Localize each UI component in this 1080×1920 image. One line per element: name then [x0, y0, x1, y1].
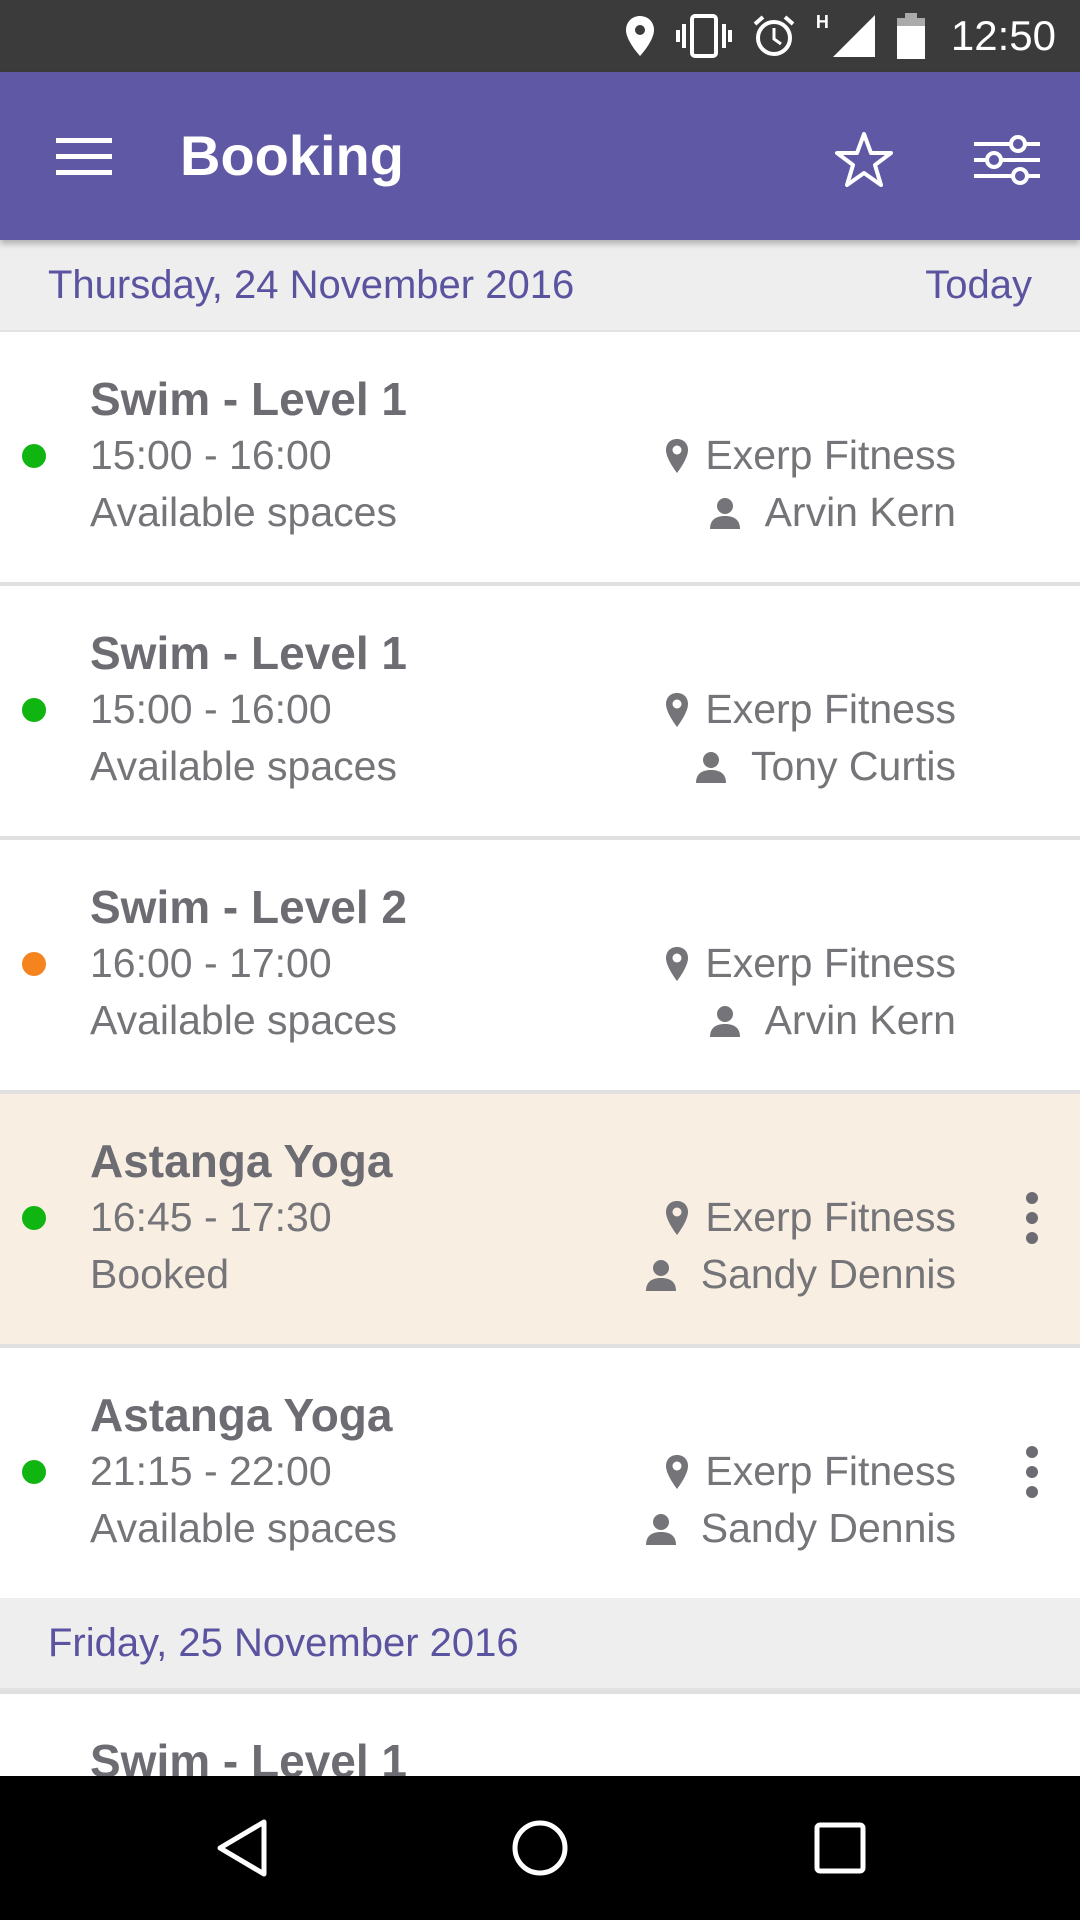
home-icon — [512, 1820, 568, 1876]
battery-icon — [896, 13, 925, 59]
person-icon — [709, 497, 740, 529]
person-icon — [709, 1005, 740, 1037]
page-title: Booking — [180, 124, 404, 187]
status-bar: H 12:50 — [0, 0, 1080, 72]
favorites-button[interactable] — [826, 122, 902, 198]
recents-icon — [814, 1822, 866, 1874]
session-location: Exerp Fitness — [665, 686, 956, 733]
instructor-name: Sandy Dennis — [700, 1505, 956, 1551]
session-status: Booked — [90, 1251, 230, 1297]
location-name: Exerp Fitness — [705, 940, 956, 986]
session-item[interactable]: Swim - Level 1 — [0, 1690, 1080, 1776]
recents-button[interactable] — [804, 1812, 876, 1884]
session-status: Available spaces — [90, 1505, 397, 1551]
location-name: Exerp Fitness — [705, 686, 956, 732]
location-pin-icon — [666, 692, 689, 727]
filter-icon — [974, 135, 1040, 185]
location-pin-icon — [666, 438, 689, 473]
session-location: Exerp Fitness — [665, 1448, 956, 1495]
availability-indicator — [22, 952, 46, 976]
person-icon — [645, 1513, 676, 1545]
availability-indicator — [22, 444, 46, 468]
back-button[interactable] — [206, 1812, 278, 1884]
location-name: Exerp Fitness — [705, 1448, 956, 1494]
instructor-name: Arvin Kern — [764, 997, 956, 1043]
session-item[interactable]: Astanga Yoga 16:45 - 17:30 Booked Exerp … — [0, 1094, 1080, 1348]
session-status: Available spaces — [90, 743, 397, 789]
session-location: Exerp Fitness — [665, 432, 956, 479]
more-vert-icon — [1026, 1446, 1038, 1458]
vibrate-icon — [675, 14, 732, 58]
session-instructor: Arvin Kern — [709, 997, 956, 1044]
session-status: Available spaces — [90, 997, 397, 1043]
session-location: Exerp Fitness — [665, 940, 956, 987]
session-time: 16:00 - 17:00 — [90, 940, 332, 986]
date-header: Thursday, 24 November 2016 Today — [0, 240, 1080, 332]
date-label: Friday, 25 November 2016 — [48, 1621, 519, 1665]
more-options-button[interactable] — [1012, 1188, 1052, 1248]
session-instructor: Arvin Kern — [709, 489, 956, 536]
availability-indicator — [22, 1460, 46, 1484]
session-instructor: Tony Curtis — [695, 743, 956, 790]
availability-indicator — [22, 1206, 46, 1230]
session-instructor: Sandy Dennis — [645, 1505, 956, 1552]
person-icon — [645, 1259, 676, 1291]
signal-icon — [832, 15, 875, 57]
person-icon — [695, 751, 726, 783]
more-vert-dot — [1026, 1466, 1038, 1478]
menu-icon — [56, 138, 112, 175]
session-location: Exerp Fitness — [665, 1194, 956, 1241]
alarm-icon — [753, 15, 795, 56]
star-icon — [835, 132, 893, 187]
location-name: Exerp Fitness — [705, 432, 956, 478]
session-time: 15:00 - 16:00 — [90, 686, 332, 732]
more-vert-dot — [1026, 1232, 1038, 1244]
session-item[interactable]: Swim - Level 2 16:00 - 17:00 Available s… — [0, 840, 1080, 1094]
more-options-button[interactable] — [1012, 1442, 1052, 1502]
instructor-name: Arvin Kern — [764, 489, 956, 535]
instructor-name: Tony Curtis — [750, 743, 956, 789]
session-instructor: Sandy Dennis — [645, 1251, 956, 1298]
app-bar: Booking — [0, 72, 1080, 240]
location-pin-icon — [666, 1200, 689, 1235]
today-label: Today — [925, 263, 1032, 307]
session-status: Available spaces — [90, 489, 397, 535]
session-time: 21:15 - 22:00 — [90, 1448, 332, 1494]
session-time: 15:00 - 16:00 — [90, 432, 332, 478]
session-time: 16:45 - 17:30 — [90, 1194, 332, 1240]
location-pin-icon — [666, 1454, 689, 1489]
session-title: Swim - Level 1 — [90, 373, 408, 425]
session-item[interactable]: Swim - Level 1 15:00 - 16:00 Available s… — [0, 586, 1080, 840]
location-name: Exerp Fitness — [705, 1194, 956, 1240]
menu-button[interactable] — [40, 114, 130, 198]
home-button[interactable] — [504, 1812, 576, 1884]
more-vert-dot — [1026, 1212, 1038, 1224]
status-time: 12:50 — [950, 12, 1056, 59]
filter-button[interactable] — [962, 122, 1052, 198]
session-title: Astanga Yoga — [90, 1135, 393, 1187]
location-icon — [625, 16, 654, 56]
session-item[interactable]: Astanga Yoga 21:15 - 22:00 Available spa… — [0, 1348, 1080, 1598]
session-title: Swim - Level 1 — [90, 1735, 408, 1776]
navigation-bar — [0, 1776, 1080, 1920]
date-label: Thursday, 24 November 2016 — [48, 263, 575, 307]
session-title: Astanga Yoga — [90, 1389, 393, 1441]
session-item[interactable]: Swim - Level 1 15:00 - 16:00 Available s… — [0, 332, 1080, 586]
booking-list[interactable]: Thursday, 24 November 2016 Today Swim - … — [0, 240, 1080, 1776]
location-pin-icon — [666, 946, 689, 981]
availability-indicator — [22, 698, 46, 722]
back-icon — [217, 1819, 267, 1877]
session-title: Swim - Level 1 — [90, 627, 408, 679]
more-vert-dot — [1026, 1486, 1038, 1498]
date-header: Friday, 25 November 2016 — [0, 1598, 1080, 1690]
session-title: Swim - Level 2 — [90, 881, 408, 933]
instructor-name: Sandy Dennis — [700, 1251, 956, 1297]
network-type-label: H — [815, 12, 829, 32]
more-vert-icon — [1026, 1192, 1038, 1204]
